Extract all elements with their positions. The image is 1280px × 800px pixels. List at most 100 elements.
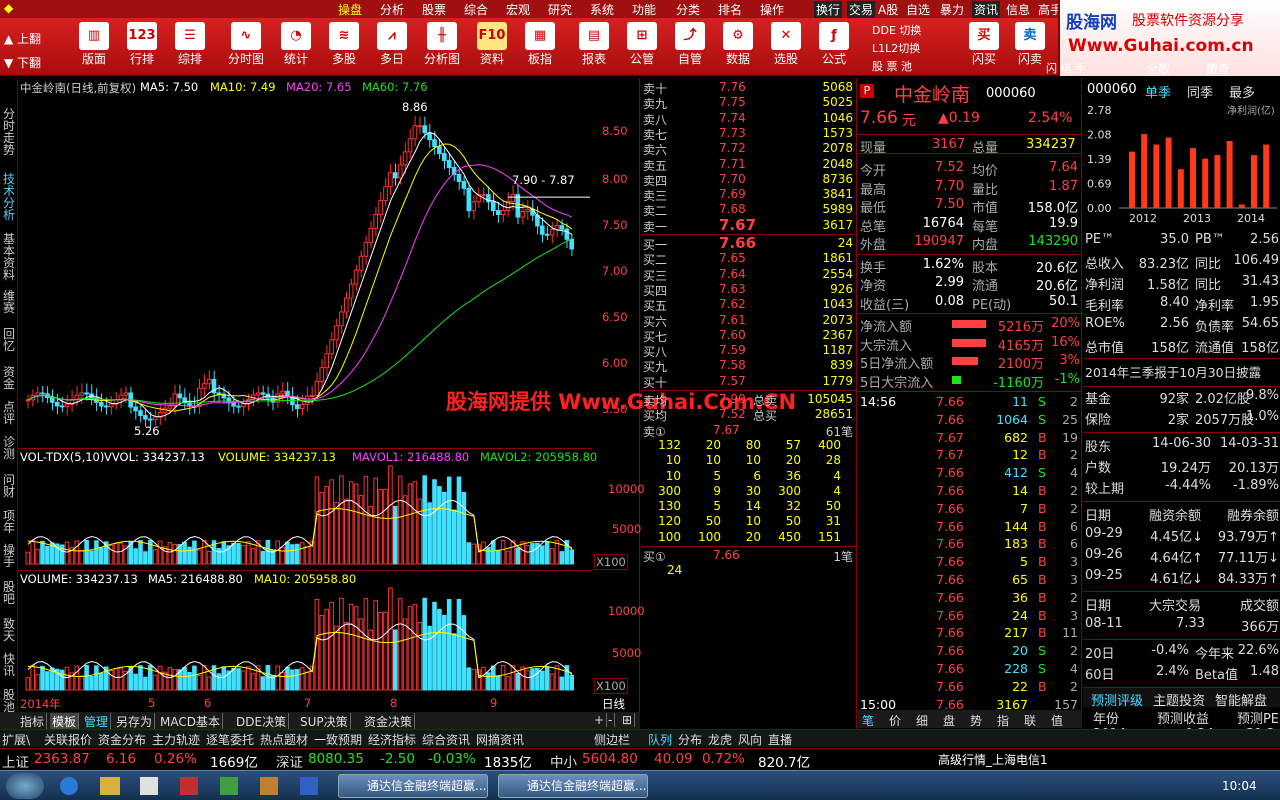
bottom-tab[interactable]: 资金决策: [362, 713, 416, 730]
sidenav-tech[interactable]: 技术分析: [2, 173, 16, 221]
bottom-tab[interactable]: 管理: [82, 713, 112, 730]
start-button[interactable]: [6, 773, 44, 799]
sidenav-year[interactable]: 项年: [2, 510, 16, 534]
status-tab[interactable]: 主力轨迹: [152, 731, 200, 748]
sidenav-weisai[interactable]: 维赛: [2, 290, 16, 314]
ask-row[interactable]: 卖十 7.76 5068: [641, 80, 857, 96]
bottom-tab[interactable]: 模板: [50, 713, 80, 730]
bid-row[interactable]: 买十 7.57 1779: [641, 374, 857, 390]
combo-sort-button[interactable]: ☰ 综排: [168, 22, 212, 76]
menu-function[interactable]: 功能: [632, 1, 656, 18]
grid-button[interactable]: ⊞: [620, 713, 636, 727]
public-manage-button[interactable]: ⊞ 公管: [620, 22, 664, 76]
page-down-button[interactable]: ▼ 下翻: [4, 54, 41, 71]
ask-row[interactable]: 卖七 7.73 1573: [641, 126, 857, 142]
sidenav-pool[interactable]: 股池: [2, 689, 16, 713]
stats-button[interactable]: ◔ 统计: [274, 22, 318, 76]
menu-trade[interactable]: 操盘: [338, 1, 362, 18]
dde-switch[interactable]: DDE 切换: [872, 22, 921, 38]
quote-tab[interactable]: 价: [889, 712, 901, 729]
ask-row[interactable]: 卖五 7.71 2048: [641, 157, 857, 173]
status-tab[interactable]: 一致预期: [314, 731, 362, 748]
bottom-tab[interactable]: MACD基本: [158, 713, 223, 730]
bid-row[interactable]: 买九 7.58 839: [641, 358, 857, 374]
cancel-check-label[interactable]: 撤查: [1206, 60, 1230, 77]
ask-row[interactable]: 卖三 7.69 3841: [641, 187, 857, 203]
page-up-button[interactable]: ▲ 上翻: [4, 30, 41, 47]
menu-macro[interactable]: 宏观: [506, 1, 530, 18]
task-window-1[interactable]: 通达信金融终端超赢...: [338, 774, 488, 798]
stock-pick-button[interactable]: ✕ 选股: [764, 22, 808, 76]
sidenav-review[interactable]: 点评: [2, 401, 16, 425]
status-tab[interactable]: 资金分布: [98, 731, 146, 748]
media-icon[interactable]: [140, 777, 158, 795]
status-tab[interactable]: 直播: [768, 731, 792, 748]
rp-tab[interactable]: 智能解盘: [1215, 690, 1267, 709]
ask-row[interactable]: 卖九 7.75 5025: [641, 95, 857, 111]
status-tab[interactable]: 风向: [738, 731, 762, 748]
board-index-button[interactable]: ▦ 板指: [518, 22, 562, 76]
report-button[interactable]: ▤ 报表: [572, 22, 616, 76]
l1l2-switch[interactable]: L1L2切换: [872, 40, 920, 56]
analysis-chart-button[interactable]: ╫ 分析图: [420, 22, 464, 76]
timeline-button[interactable]: ∿ 分时图: [224, 22, 268, 76]
bid-row[interactable]: 买六 7.61 2073: [641, 313, 857, 329]
ask-row[interactable]: 卖四 7.70 8736: [641, 172, 857, 188]
bid-row[interactable]: 买五 7.62 1043: [641, 297, 857, 313]
row-sort-button[interactable]: 123 行排: [120, 22, 164, 76]
sidenav-flash[interactable]: 快讯: [2, 653, 16, 677]
app-icon-3[interactable]: [260, 777, 278, 795]
sidenav-timeline[interactable]: 分时走势: [2, 108, 16, 156]
zoom-out-button[interactable]: -: [606, 713, 616, 727]
rp-tab-quarter[interactable]: 单季: [1145, 82, 1171, 101]
menu-category[interactable]: 分类: [676, 1, 700, 18]
bottom-tab[interactable]: DDE决策: [234, 713, 290, 730]
menu-general[interactable]: 综合: [464, 1, 488, 18]
sidenav-basic[interactable]: 基本资料: [2, 233, 16, 281]
quote-tab[interactable]: 指: [997, 712, 1009, 729]
status-tab[interactable]: 侧边栏: [594, 731, 630, 748]
index-name[interactable]: 深证: [276, 751, 303, 771]
status-tab[interactable]: 队列: [648, 731, 672, 748]
formula-button[interactable]: ƒ 公式: [812, 22, 856, 76]
menu-ashare[interactable]: A股: [878, 1, 898, 18]
stock-pool[interactable]: 股 票 池: [872, 58, 912, 74]
data-button[interactable]: ⚙ 数据: [716, 22, 760, 76]
menu-trade2[interactable]: 交易: [847, 1, 876, 18]
index-name[interactable]: 上证: [2, 751, 29, 771]
quote-tab[interactable]: 细: [916, 712, 928, 729]
status-tab[interactable]: 综合资讯: [422, 731, 470, 748]
menu-research[interactable]: 研究: [548, 1, 572, 18]
menu-operate[interactable]: 操作: [760, 1, 784, 18]
f10-button[interactable]: F10 资料: [470, 22, 514, 76]
sidenav-ask[interactable]: 问财: [2, 474, 16, 498]
menu-watchlist[interactable]: 自选: [906, 1, 930, 18]
rp-tab-yoy[interactable]: 同季: [1187, 82, 1213, 101]
self-manage-button[interactable]: ⤴ 自管: [668, 22, 712, 76]
layout-button[interactable]: ▥ 版面: [72, 22, 116, 76]
menu-newline[interactable]: 换行: [814, 1, 843, 18]
zoom-in-button[interactable]: +: [592, 713, 608, 727]
task-window-2[interactable]: 通达信金融终端超赢...: [498, 774, 648, 798]
quote-tab[interactable]: 盘: [943, 712, 955, 729]
sidenav-forum[interactable]: 股吧: [2, 581, 16, 605]
quote-tab[interactable]: 值: [1051, 712, 1063, 729]
bid-row[interactable]: 买七 7.60 2367: [641, 328, 857, 344]
status-tab[interactable]: 关联报价: [44, 731, 92, 748]
folder-icon[interactable]: [100, 777, 120, 795]
bottom-tab[interactable]: SUP决策: [298, 713, 351, 730]
app-icon-1[interactable]: [180, 777, 198, 795]
ie-icon[interactable]: [60, 777, 78, 795]
quote-tab[interactable]: 势: [970, 712, 982, 729]
multi-stock-button[interactable]: ≋ 多股: [322, 22, 366, 76]
menu-violent[interactable]: 暴力: [940, 1, 964, 18]
app-icon[interactable]: ◆: [4, 1, 13, 15]
period-label[interactable]: 日线: [602, 696, 625, 712]
app-icon-2[interactable]: [220, 777, 238, 795]
app-icon-4[interactable]: [300, 777, 318, 795]
quote-tab[interactable]: 笔: [862, 712, 874, 729]
sidenav-fund[interactable]: 资金: [2, 366, 16, 390]
menu-analysis[interactable]: 分析: [380, 1, 404, 18]
menu-stocks[interactable]: 股票: [422, 1, 446, 18]
index-name[interactable]: 中小: [550, 751, 577, 771]
